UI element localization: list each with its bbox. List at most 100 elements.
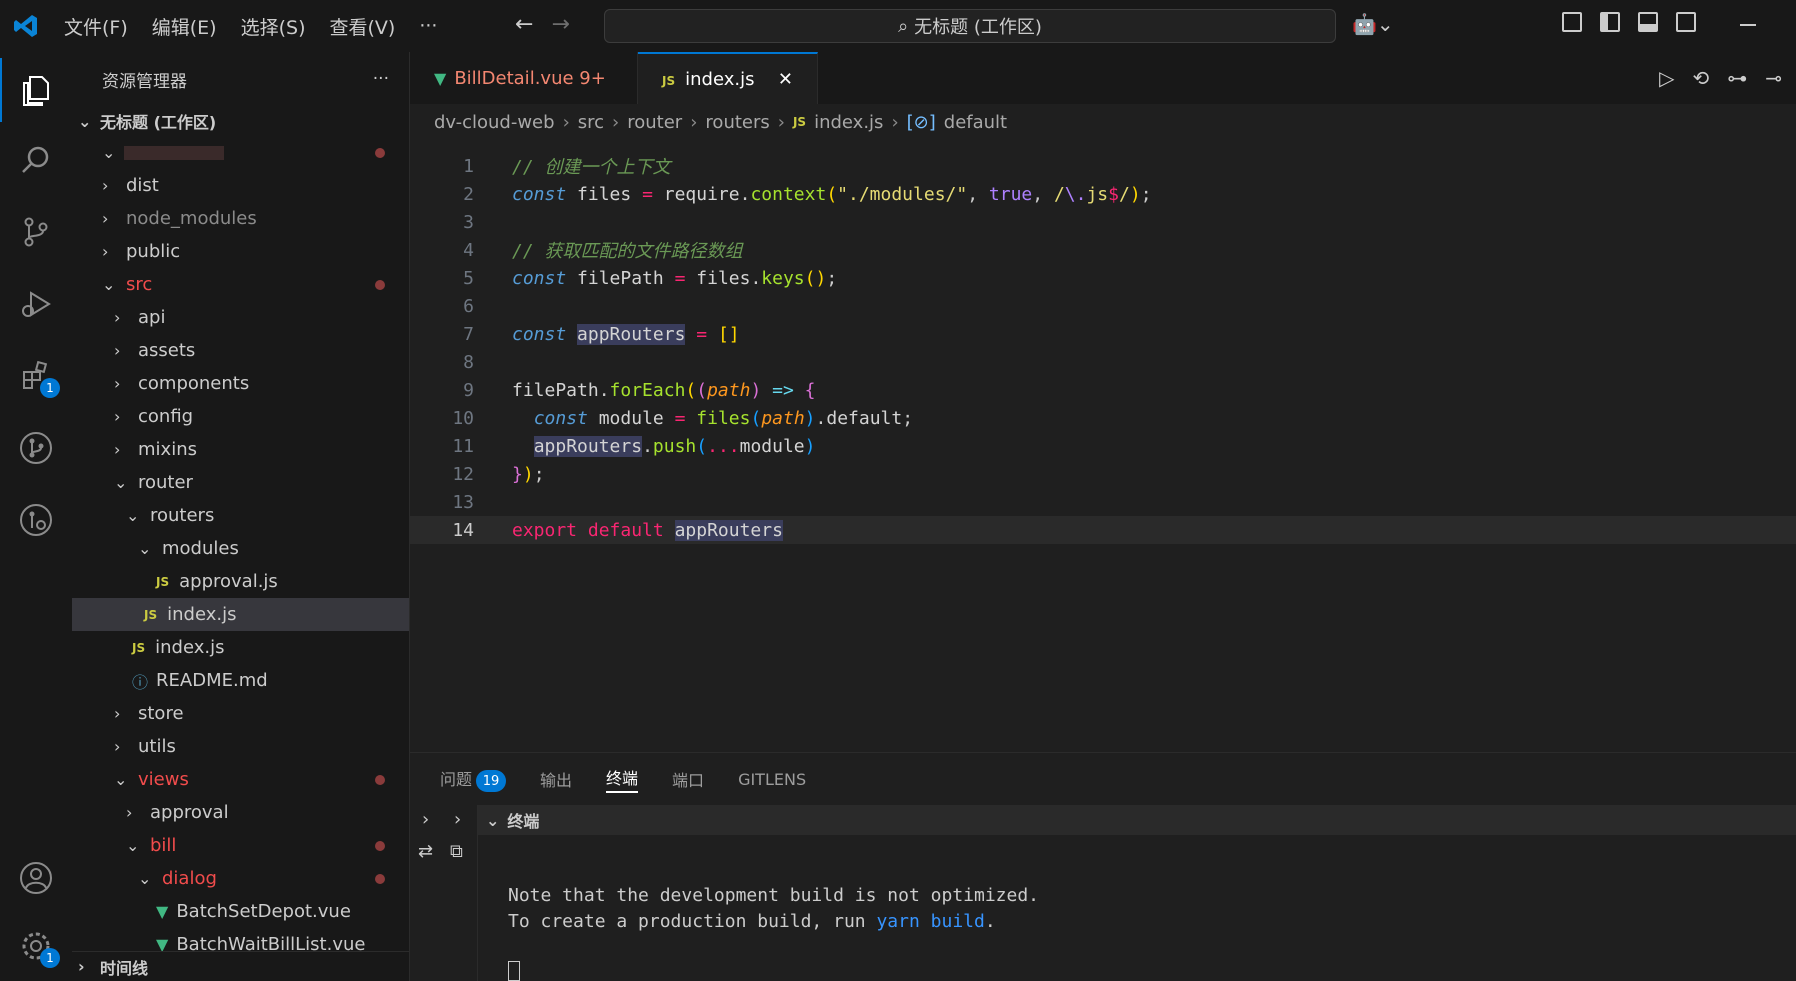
toggle-panel-icon[interactable] — [1638, 12, 1658, 32]
accounts-icon[interactable] — [0, 846, 72, 910]
menu-edit[interactable]: 编辑(E) — [140, 13, 229, 40]
git-graph-icon[interactable] — [0, 416, 72, 480]
js-file-icon: JS — [132, 640, 146, 655]
git-commit-icon[interactable]: ⊶ — [1727, 66, 1747, 90]
line-number: 14 — [452, 519, 474, 541]
chevron-right-icon[interactable]: › — [454, 809, 461, 830]
breadcrumb-item[interactable]: routers — [705, 112, 769, 133]
command-center-search[interactable]: ⌕ 无标题 (工作区) — [604, 9, 1336, 43]
minimize-icon[interactable] — [1740, 24, 1756, 26]
search-icon[interactable] — [0, 128, 72, 192]
tree-item-label: index.js — [167, 604, 237, 625]
folder-row[interactable]: › utils — [72, 730, 409, 763]
chevron-right-icon: › — [114, 407, 121, 426]
folder-row[interactable]: ⌄ bill — [72, 829, 409, 862]
close-icon[interactable]: ✕ — [778, 69, 793, 90]
folder-row[interactable]: › api — [72, 301, 409, 334]
menu-view[interactable]: 查看(V) — [318, 13, 408, 40]
file-row[interactable]: JS index.js — [72, 598, 409, 631]
back-arrow-icon[interactable]: ← — [515, 12, 533, 37]
search-icon: ⌕ — [898, 15, 909, 37]
breadcrumb-item[interactable]: router — [627, 112, 682, 133]
line-number: 1 — [463, 155, 474, 177]
run-icon[interactable]: ▷ — [1659, 66, 1674, 90]
folder-row[interactable]: › components — [72, 367, 409, 400]
git-next-icon[interactable]: ⊸ — [1765, 66, 1782, 90]
folder-row[interactable]: ⌄ modules — [72, 532, 409, 565]
copilot-icon[interactable]: 🤖⌄ — [1352, 12, 1394, 36]
toggle-primary-sidebar-icon[interactable] — [1600, 12, 1620, 32]
tree-item-label: api — [138, 307, 166, 328]
timeline-header[interactable]: › 时间线 — [72, 951, 409, 981]
tree-item-label: views — [138, 769, 189, 790]
chevron-right-icon: › — [102, 209, 109, 228]
workspace-header[interactable]: ⌄ 无标题 (工作区) — [72, 106, 409, 136]
tree-item-label: approval.js — [179, 571, 278, 592]
folder-row[interactable]: › store — [72, 697, 409, 730]
source-control-icon[interactable] — [0, 200, 72, 264]
tab-problems[interactable]: 问题 19 — [440, 766, 507, 793]
folder-row[interactable]: › config — [72, 400, 409, 433]
run-debug-icon[interactable] — [0, 272, 72, 336]
code-editor[interactable]: 1 // 创建一个上下文 2 const files = require.conte… — [410, 148, 1796, 752]
breadcrumb-item[interactable]: dv-cloud-web — [434, 112, 555, 133]
menu-more[interactable]: ··· — [407, 15, 449, 37]
folder-row[interactable]: ⌄ routers — [72, 499, 409, 532]
menu-file[interactable]: 文件(F) — [52, 13, 140, 40]
chevron-down-icon: ⌄ — [138, 539, 152, 558]
folder-row[interactable]: › public — [72, 235, 409, 268]
settings-gear-icon[interactable]: 1 — [0, 914, 72, 978]
gitlens-icon[interactable] — [0, 488, 72, 552]
folder-row[interactable]: › mixins — [72, 433, 409, 466]
chevron-right-icon[interactable]: › — [422, 809, 429, 830]
new-terminal-icon[interactable]: ⧉ — [450, 841, 463, 862]
nav-buttons: ← → — [515, 12, 570, 37]
tree-item-label: bill — [150, 835, 177, 856]
folder-row[interactable]: › assets — [72, 334, 409, 367]
terminal-output[interactable]: Note that the development build is not o… — [508, 883, 1039, 935]
line-number: 9 — [463, 379, 474, 401]
tree-item-label: node_modules — [126, 208, 257, 229]
code-line: 1 // 创建一个上下文 — [410, 152, 1796, 180]
folder-row[interactable]: › approval — [72, 796, 409, 829]
tab-output[interactable]: 输出 — [540, 767, 572, 791]
file-row[interactable]: JS index.js — [72, 631, 409, 664]
code-line: 10 const module = files(path).default; — [410, 404, 1796, 432]
line-number: 12 — [452, 463, 474, 485]
git-compare-icon[interactable]: ⟲ — [1692, 66, 1709, 90]
tab-billdetail[interactable]: ▼ BillDetail.vue 9+ — [410, 52, 638, 104]
folder-row[interactable]: › dist — [72, 169, 409, 202]
file-row[interactable]: ⓘ README.md — [72, 664, 409, 697]
tab-terminal[interactable]: 终端 — [606, 765, 639, 793]
folder-row[interactable]: ⌄ router — [72, 466, 409, 499]
tree-item-label: router — [138, 472, 193, 493]
file-row[interactable]: ▼ BatchSetDepot.vue — [72, 895, 409, 928]
folder-row[interactable]: ⌄ dialog — [72, 862, 409, 895]
split-terminal-icon[interactable]: ⇄ — [418, 841, 433, 862]
more-actions-icon[interactable]: ··· — [373, 69, 389, 89]
file-row[interactable]: JS approval.js — [72, 565, 409, 598]
breadcrumb-item[interactable]: src — [578, 112, 604, 133]
breadcrumb-item[interactable]: index.js — [814, 112, 883, 133]
menu-selection[interactable]: 选择(S) — [229, 13, 318, 40]
terminal-header[interactable]: ⌄ 终端 — [478, 805, 1796, 835]
code-line: 5 const filePath = files.keys(); — [410, 264, 1796, 292]
extensions-icon[interactable]: 1 — [0, 344, 72, 408]
breadcrumb-item[interactable]: default — [944, 112, 1007, 133]
terminal-title: 终端 — [507, 812, 540, 831]
explorer-icon[interactable] — [0, 58, 72, 122]
tree-item-label: src — [126, 274, 153, 295]
folder-row[interactable]: ⌄ src — [72, 268, 409, 301]
chevron-right-icon: › — [78, 957, 85, 976]
folder-row[interactable]: ⌄ views — [72, 763, 409, 796]
tab-ports[interactable]: 端口 — [672, 767, 704, 791]
folder-row[interactable]: › node_modules — [72, 202, 409, 235]
redacted-folder-row[interactable]: ⌄ — [72, 136, 409, 169]
customize-layout-icon[interactable] — [1562, 12, 1582, 32]
tab-gitlens[interactable]: GITLENS — [738, 770, 806, 789]
breadcrumb: dv-cloud-web › src › router › routers › … — [410, 104, 1796, 140]
tab-index-js[interactable]: JS index.js ✕ — [638, 52, 818, 104]
code-text: const appRouters = [] — [512, 323, 740, 345]
forward-arrow-icon[interactable]: → — [551, 12, 569, 37]
toggle-secondary-sidebar-icon[interactable] — [1676, 12, 1696, 32]
